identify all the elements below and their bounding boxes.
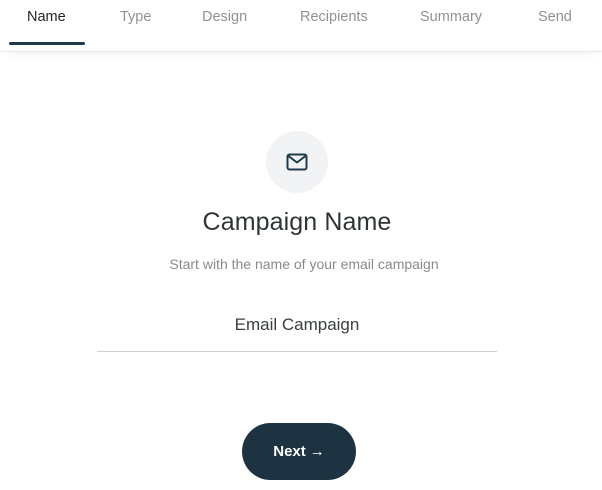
step-tabs: Name Type Design Recipients Summary Send (0, 0, 602, 52)
tab-summary[interactable]: Summary (420, 0, 482, 52)
tab-recipients[interactable]: Recipients (300, 0, 368, 52)
tab-type[interactable]: Type (120, 0, 151, 52)
arrow-right-icon: → (309, 443, 325, 460)
tab-design[interactable]: Design (202, 0, 247, 52)
campaign-name-input[interactable] (97, 306, 497, 352)
next-button-label: Next (273, 443, 306, 460)
page-title: Campaign Name (202, 208, 392, 236)
mail-icon-badge (266, 131, 328, 193)
mail-icon (286, 153, 308, 171)
active-tab-indicator (9, 42, 85, 45)
next-button[interactable]: Next → (242, 423, 356, 480)
page-subtitle: Start with the name of your email campai… (169, 256, 439, 272)
tab-send[interactable]: Send (538, 0, 572, 52)
